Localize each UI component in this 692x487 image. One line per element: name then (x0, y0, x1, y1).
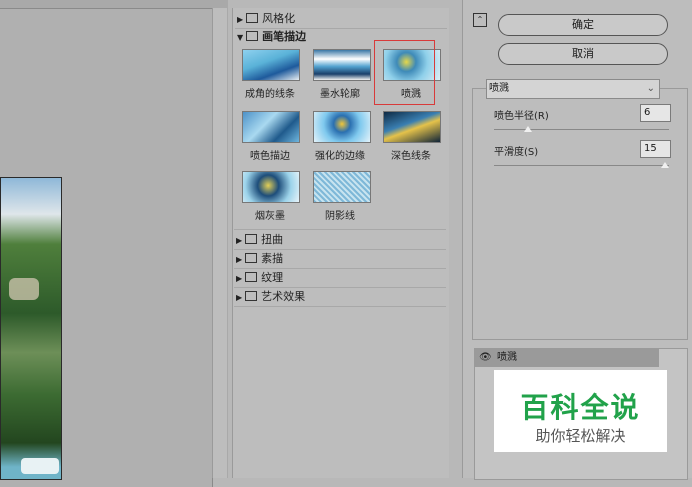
divider (234, 249, 446, 250)
expand-arrow-icon: ▶ (237, 15, 244, 24)
divider (234, 287, 446, 288)
filter-label: 喷色描边 (250, 151, 290, 162)
category-label: 艺术效果 (261, 290, 306, 303)
filter-label: 深色线条 (391, 151, 431, 162)
filter-thumb-sprayed-strokes[interactable] (242, 111, 300, 143)
category-stylize[interactable]: ▶ 风格化 (237, 11, 295, 27)
spray-radius-input[interactable]: 6 (640, 104, 671, 122)
category-label: 画笔描边 (262, 30, 307, 43)
folder-icon (245, 272, 258, 282)
category-distort[interactable]: ▶ 扭曲 (236, 232, 283, 248)
category-label: 风格化 (262, 12, 296, 25)
category-sketch[interactable]: ▶ 素描 (236, 251, 283, 267)
filter-thumb-accented-edges[interactable] (313, 111, 371, 143)
category-artistic[interactable]: ▶ 艺术效果 (236, 289, 305, 305)
effect-layer-label: 喷溅 (497, 352, 517, 363)
divider (234, 229, 446, 230)
category-brush-strokes[interactable]: ▼ 画笔描边 (237, 29, 306, 45)
smoothness-slider[interactable] (661, 162, 669, 168)
filter-select-value: 喷溅 (489, 83, 509, 94)
category-label: 素描 (261, 252, 284, 265)
filter-label: 阴影线 (325, 211, 355, 222)
collapse-gallery-icon[interactable]: ⌃ (473, 13, 487, 27)
preview-scrollbar[interactable] (212, 8, 227, 478)
filter-thumb-ink-outlines[interactable] (313, 49, 371, 81)
chevron-down-icon: ⌄ (646, 83, 655, 94)
expand-arrow-icon: ▶ (236, 274, 243, 283)
expand-arrow-icon: ▶ (236, 293, 243, 302)
expand-arrow-icon: ▶ (236, 236, 243, 245)
category-label: 纹理 (261, 271, 284, 284)
filter-thumb-crosshatch[interactable] (313, 171, 371, 203)
filter-label: 成角的线条 (245, 89, 295, 100)
divider (234, 306, 446, 307)
cancel-button[interactable]: 取消 (498, 43, 668, 65)
expand-arrow-icon: ▶ (236, 255, 243, 264)
filter-label: 烟灰墨 (255, 211, 285, 222)
spray-radius-slider[interactable] (524, 126, 533, 132)
spray-radius-label: 喷色半径(R) (494, 111, 549, 122)
cliff-detail (9, 278, 39, 300)
selection-highlight (374, 40, 435, 105)
folder-icon (245, 234, 258, 244)
smoothness-track[interactable] (494, 165, 669, 166)
spray-radius-track[interactable] (494, 129, 669, 130)
folder-open-icon (246, 31, 259, 41)
preview-image (0, 177, 62, 480)
folder-icon (246, 13, 259, 23)
filter-options-box (472, 88, 688, 340)
eye-icon[interactable]: 👁 (479, 352, 492, 364)
divider (234, 268, 446, 269)
filter-thumb-angled-strokes[interactable] (242, 49, 300, 81)
collapse-arrow-icon: ▼ (237, 33, 244, 42)
smoothness-label: 平滑度(S) (494, 147, 539, 158)
ok-button[interactable]: 确定 (498, 14, 668, 36)
smoothness-input[interactable]: 15 (640, 140, 671, 158)
category-texture[interactable]: ▶ 纹理 (236, 270, 283, 286)
waterfall-detail (21, 458, 59, 474)
filter-thumb-dark-strokes[interactable] (383, 111, 441, 143)
watermark-subtitle: 助你轻松解决 (535, 427, 626, 445)
filter-label: 强化的边缘 (315, 151, 365, 162)
category-label: 扭曲 (261, 233, 284, 246)
folder-icon (245, 291, 258, 301)
filter-select[interactable]: 喷溅 ⌄ (486, 79, 660, 99)
folder-icon (245, 253, 258, 263)
effect-layer-row[interactable]: 喷溅 (475, 349, 659, 367)
filter-thumb-sumi-e[interactable] (242, 171, 300, 203)
filter-label: 墨水轮廓 (320, 89, 360, 100)
watermark-title: 百科全说 (520, 391, 641, 424)
